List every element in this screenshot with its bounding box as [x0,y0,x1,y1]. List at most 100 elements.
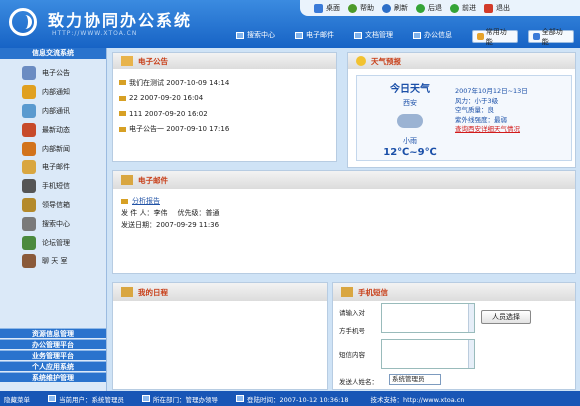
schedule-panel: 我的日程 [112,282,328,390]
bulletin-list: 我们在测试 2007-10-09 14:14 22 2007-09-20 16:… [113,69,336,137]
sms-panel: 手机短信 请输入对 方手机号 人员选择 短信内容 发送人姓名： 系统管理员 [332,282,576,390]
sidebar-item-communication[interactable]: 内部通讯 [0,102,106,121]
toolbar-help[interactable]: 帮助 [348,3,374,13]
sidebar-header[interactable]: 信息交流系统 [0,48,106,59]
sidebar-item-internal-news[interactable]: 内部新闻 [0,139,106,158]
sidebar-item-mail[interactable]: 电子邮件 [0,158,106,177]
bulletin-header-icon [121,56,133,66]
sms-to-label-1: 请输入对 [339,309,365,317]
clock-icon [236,395,244,402]
sidebar-item-search[interactable]: 搜索中心 [0,214,106,233]
weather-header-icon [356,56,366,66]
document-icon [354,31,362,39]
rain-cloud-icon [397,114,423,128]
toolbar-exit[interactable]: 退出 [484,3,510,13]
sidebar-item-news[interactable]: 最新动态 [0,120,106,139]
forward-icon [450,3,459,13]
sidebar-category-resources[interactable]: 资源信息管理 [0,328,106,338]
weather-wind: 风力：小于3级 [455,96,499,105]
weather-heading: 今日天气 [390,84,430,95]
logo-icon [9,8,37,36]
nav-email[interactable]: 电子邮件 [295,30,334,40]
email-subject-row: 分析报告 [113,195,575,207]
weather-city: 西安 [403,99,417,107]
search-center-icon [236,31,244,39]
sidebar-item-forum[interactable]: 论坛管理 [0,233,106,252]
email-header-icon [121,175,133,185]
sidebar-item-notice[interactable]: 内部通知 [0,83,106,102]
notice-icon [22,85,36,100]
sidebar-category-personal[interactable]: 个人应用系统 [0,361,106,371]
news-icon [22,122,36,137]
nav-search-center[interactable]: 搜索中心 [236,30,275,40]
desktop-icon [314,3,323,13]
refresh-icon [382,3,391,13]
communication-icon [22,103,36,118]
sidebar-category-business[interactable]: 业务管理平台 [0,350,106,360]
bulletin-item[interactable]: 22 2007-09-20 16:04 [113,91,336,107]
envelope-icon [119,111,126,117]
envelope-icon [119,126,126,132]
all-functions-button[interactable]: 全部功能 [528,28,574,46]
sms-header-icon [341,287,353,297]
sidebar-category-office[interactable]: 办公管理平台 [0,339,106,349]
weather-uv: 紫外线强度：最弱 [455,115,507,124]
bulletin-item[interactable]: 我们在测试 2007-10-09 14:14 [113,75,336,91]
common-functions-button[interactable]: 常用功能 [472,28,518,46]
weather-header: 天气预报 [348,53,575,69]
bulletin-header: 电子公告 [113,53,336,69]
department-icon [142,395,150,402]
sms-header: 手机短信 [333,283,575,301]
back-icon [416,3,425,13]
sms-content-label: 短信内容 [339,351,365,359]
hide-menu-toggle[interactable]: 隐藏菜单 [4,394,30,404]
toolbar-back[interactable]: 后退 [416,3,442,13]
weather-condition: 小雨 [403,137,417,145]
textarea-scrollbar[interactable] [468,304,474,332]
bulletin-item[interactable]: 电子公告一 2007-09-10 17:16 [113,122,336,138]
envelope-icon [119,95,126,101]
toolbar-forward[interactable]: 前进 [450,3,476,13]
phone-number-textarea[interactable] [381,303,475,333]
sidebar-item-sms[interactable]: 手机短信 [0,177,106,196]
schedule-header: 我的日程 [113,283,327,301]
weather-summary: 今日天气 西安 小雨 12℃~9℃ [375,80,445,158]
sender-name-label: 发送人姓名： [339,378,378,386]
office-info-icon [413,31,421,39]
star-icon [477,33,484,40]
calendar-icon [121,287,133,297]
toolbar-desktop[interactable]: 桌面 [314,3,340,13]
top-toolbar: 桌面 帮助 刷新 后退 前进 退出 [300,0,580,16]
textarea-scrollbar[interactable] [468,340,474,368]
current-department: 所在部门：管理办领导 [142,394,218,404]
weather-panel: 天气预报 今日天气 西安 小雨 12℃~9℃ 2007年10月12日~13日 风… [347,52,576,168]
sender-name-input[interactable]: 系统管理员 [389,374,441,385]
envelope-icon [121,198,128,204]
search-icon [22,216,36,231]
select-person-button[interactable]: 人员选择 [481,310,531,324]
nav-office-info[interactable]: 办公信息 [413,30,452,40]
toolbar-refresh[interactable]: 刷新 [382,3,408,13]
email-header: 电子邮件 [113,171,575,189]
email-subject-link[interactable]: 分析报告 [132,196,160,206]
internal-news-icon [22,141,36,156]
nav-documents[interactable]: 文档管理 [354,30,393,40]
sidebar-item-bulletin[interactable]: 电子公告 [0,64,106,83]
sms-content-textarea[interactable] [381,339,475,369]
bulletin-panel: 电子公告 我们在测试 2007-10-09 14:14 22 2007-09-2… [112,52,337,162]
weather-detail-link[interactable]: 查询西安详细天气情况 [455,125,528,135]
email-panel: 电子邮件 分析报告 发 件 人：李伟 优先级：普通 发送日期：2007-09-29… [112,170,576,274]
sidebar-item-leader-mailbox[interactable]: 领导信箱 [0,196,106,215]
sms-to-label-2: 方手机号 [339,327,365,335]
sidebar-category-maintenance[interactable]: 系统维护管理 [0,372,106,382]
envelope-icon [119,80,126,86]
weather-date: 2007年10月12日~13日 [455,87,528,95]
login-time: 登陆时间：2007-10-12 10:36:18 [236,394,349,404]
weather-box: 今日天气 西安 小雨 12℃~9℃ 2007年10月12日~13日 风力：小于3… [356,75,572,161]
bulletin-item[interactable]: 111 2007-09-20 16:02 [113,106,336,122]
bulletin-icon [22,66,36,81]
grid-icon [533,33,540,40]
sidebar-item-chat[interactable]: 聊 天 室 [0,252,106,271]
weather-temperature: 12℃~9℃ [383,147,437,158]
tech-support[interactable]: 技术支持：http://www.xtoa.cn [371,394,465,404]
